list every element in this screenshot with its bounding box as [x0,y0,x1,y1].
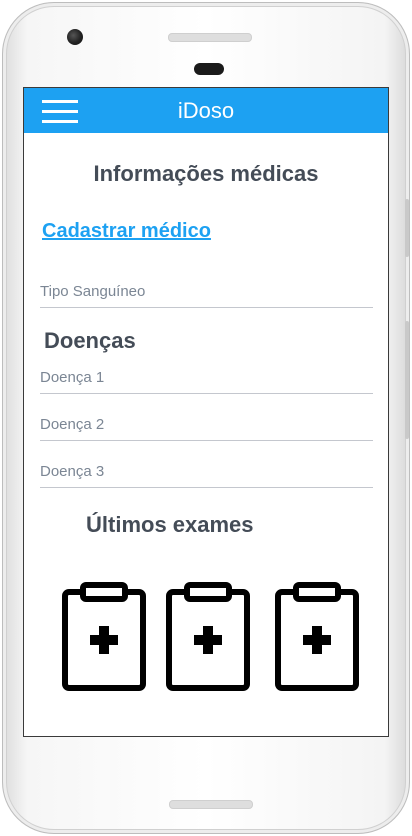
disease-2-field[interactable]: Doença 2 [40,409,373,441]
front-camera [67,29,83,45]
bottom-speaker [169,800,253,809]
app-screen: iDoso Informações médicas Cadastrar médi… [23,87,389,737]
hamburger-menu-icon[interactable] [42,100,78,124]
proximity-sensor [194,63,224,75]
earpiece-speaker [168,33,252,42]
page-title: Informações médicas [93,161,319,186]
register-doctor-link[interactable]: Cadastrar médico [42,220,211,243]
disease-1-field[interactable]: Doença 1 [40,362,373,394]
app-title: iDoso [177,98,235,123]
medical-clipboard-icon[interactable] [165,582,251,692]
app-bar: iDoso [24,88,388,133]
medical-clipboard-icon[interactable] [274,582,360,692]
disease-3-field[interactable]: Doença 3 [40,456,373,488]
diseases-section-title: Doenças [44,328,136,353]
blood-type-field[interactable]: Tipo Sanguíneo [40,276,373,308]
medical-clipboard-icon[interactable] [61,582,147,692]
exams-section-title: Últimos exames [86,512,254,537]
volume-buttons [405,321,409,439]
power-button [405,199,409,257]
